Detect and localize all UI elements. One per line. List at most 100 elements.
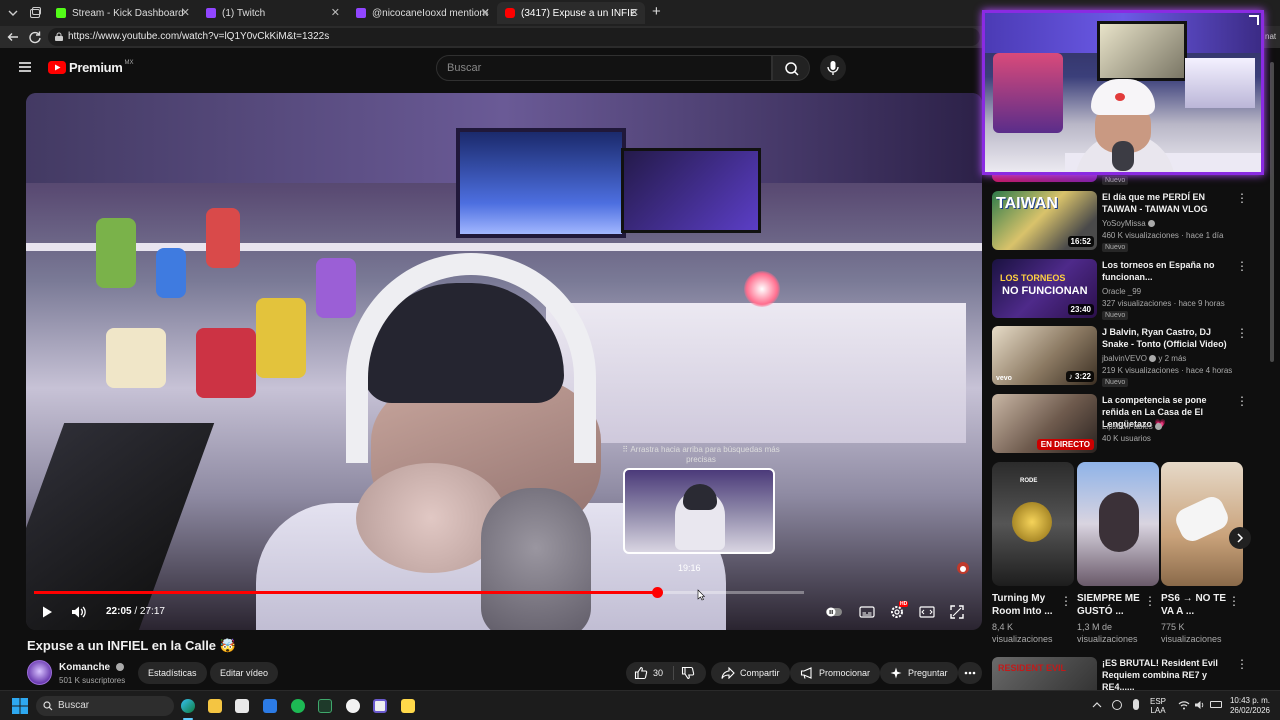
video-frame-lamp: [744, 271, 780, 307]
start-button[interactable]: [12, 698, 28, 714]
related-video[interactable]: vevo ♪ 3:22 J Balvin, Ryan Castro, DJ Sn…: [992, 326, 1252, 387]
channel-name[interactable]: LipstickFables: [1102, 422, 1237, 431]
search-input[interactable]: Buscar: [436, 55, 772, 81]
taskbar-search[interactable]: Buscar: [36, 696, 174, 716]
related-video[interactable]: EN DIRECTO La competencia se pone reñida…: [992, 394, 1252, 454]
browser-tab[interactable]: (1) Twitch ✕: [198, 2, 346, 24]
more-vert-icon[interactable]: ⋮: [1236, 191, 1248, 205]
related-video[interactable]: TAIWAN 16:52 El día que me PERDÍ EN TAIW…: [992, 191, 1252, 252]
shorts-next-button[interactable]: [1229, 527, 1251, 549]
store-icon[interactable]: [235, 699, 249, 713]
video-thumbnail[interactable]: LOS TORNEOS NO FUNCIONAN 23:40: [992, 259, 1097, 318]
video-thumbnail[interactable]: EN DIRECTO: [992, 394, 1097, 453]
related-video[interactable]: RESIDENT EVIL ¡ES BRUTAL! Resident Evil …: [992, 657, 1252, 690]
voice-search-button[interactable]: [820, 55, 846, 81]
close-tab-icon[interactable]: ✕: [331, 6, 340, 19]
fullscreen-button[interactable]: [946, 601, 968, 623]
tray-chevron-icon[interactable]: [1092, 700, 1102, 710]
menu-button[interactable]: [18, 60, 32, 74]
settings-button[interactable]: HD: [886, 601, 909, 623]
video-player[interactable]: ⠿ Arrastra hacia arriba para búsquedas m…: [26, 93, 982, 630]
more-vert-icon[interactable]: ⋮: [1144, 594, 1156, 608]
file-explorer-icon[interactable]: [208, 699, 222, 713]
autoplay-toggle[interactable]: [824, 601, 844, 623]
search-button[interactable]: [772, 55, 810, 81]
wifi-icon[interactable]: [1178, 700, 1190, 710]
hd-badge: HD: [899, 601, 909, 607]
tray-mic-icon[interactable]: [1133, 699, 1139, 710]
like-button[interactable]: 30: [634, 666, 663, 680]
video-duration: 16:52: [1067, 236, 1094, 247]
browser-tab[interactable]: Stream - Kick Dashboard ✕: [48, 2, 196, 24]
edge-icon[interactable]: [181, 699, 195, 713]
page-scrollbar[interactable]: [1270, 62, 1274, 362]
channel-name-row[interactable]: Komanche: [59, 662, 124, 673]
video-title[interactable]: J Balvin, Ryan Castro, DJ Snake - Tonto …: [1102, 326, 1232, 350]
progress-scrubber[interactable]: [652, 587, 663, 598]
reload-button[interactable]: [28, 30, 42, 44]
channel-name[interactable]: jbalvinVEVO y 2 más: [1102, 354, 1237, 363]
volume-button[interactable]: [68, 601, 90, 623]
spotify-icon[interactable]: [291, 699, 305, 713]
short-views: 775 K visualizaciones: [1161, 622, 1222, 644]
like-count: 30: [653, 668, 664, 678]
channel-avatar[interactable]: [27, 660, 52, 685]
photo-editor-icon[interactable]: [373, 699, 387, 713]
more-actions-button[interactable]: [958, 662, 982, 684]
terminal-icon[interactable]: [318, 699, 332, 713]
video-thumbnail[interactable]: RESIDENT EVIL: [992, 657, 1097, 690]
input-language[interactable]: ESP LAA: [1150, 697, 1166, 715]
close-tab-icon[interactable]: ✕: [181, 6, 190, 19]
short-thumbnail[interactable]: [1161, 462, 1243, 586]
speaker-icon[interactable]: [1194, 700, 1206, 710]
notes-icon[interactable]: [401, 699, 415, 713]
close-tab-icon[interactable]: ✕: [481, 6, 490, 19]
short-thumbnail[interactable]: [1077, 462, 1159, 586]
ask-button[interactable]: Preguntar: [880, 662, 958, 684]
more-vert-icon[interactable]: ⋮: [1236, 326, 1248, 340]
more-vert-icon[interactable]: ⋮: [1060, 594, 1072, 608]
video-title[interactable]: El día que me PERDÍ EN TAIWAN - TAIWAN V…: [1102, 191, 1232, 215]
video-title[interactable]: Los torneos en España no funcionan...: [1102, 259, 1232, 283]
short-thumbnail[interactable]: RODE: [992, 462, 1074, 586]
channel-name[interactable]: YoSoyMissa: [1102, 219, 1237, 228]
battery-icon[interactable]: [1210, 701, 1222, 708]
close-tab-icon[interactable]: ✕: [630, 6, 639, 19]
video-thumbnail[interactable]: TAIWAN 16:52: [992, 191, 1097, 250]
youtube-logo[interactable]: Premium MX: [48, 60, 134, 75]
edit-video-button[interactable]: Editar vídeo: [210, 662, 279, 684]
progress-played: [34, 591, 657, 594]
more-vert-icon[interactable]: ⋮: [1236, 259, 1248, 273]
site-info-icon[interactable]: [54, 32, 64, 42]
tray-sync-icon[interactable]: [1112, 700, 1122, 710]
mail-icon[interactable]: [263, 699, 277, 713]
promote-button[interactable]: Promocionar: [790, 662, 881, 684]
more-vert-icon[interactable]: ⋮: [1228, 594, 1240, 608]
video-thumbnail[interactable]: vevo ♪ 3:22: [992, 326, 1097, 385]
channel-watermark-icon[interactable]: [956, 561, 970, 575]
tab-actions-button[interactable]: [6, 6, 20, 20]
browser-tab-active[interactable]: (3417) Expuse a un INFIEL en la Ca ✕: [497, 2, 645, 24]
related-video[interactable]: LOS TORNEOS NO FUNCIONAN 23:40 Los torne…: [992, 259, 1252, 320]
video-title[interactable]: ¡ES BRUTAL! Resident Evil Requiem combin…: [1102, 657, 1232, 690]
youtube-header: Premium MX Buscar: [0, 48, 980, 88]
dislike-button[interactable]: [681, 666, 695, 680]
channel-name[interactable]: Komanche: [59, 662, 110, 673]
more-vert-icon[interactable]: ⋮: [1236, 657, 1248, 671]
system-clock[interactable]: 10:43 p. m. 26/02/2026: [1226, 696, 1270, 716]
channel-name[interactable]: Oracle _99: [1102, 287, 1237, 296]
subtitles-button[interactable]: [856, 601, 878, 623]
back-button[interactable]: [6, 30, 20, 44]
theater-mode-button[interactable]: [916, 601, 938, 623]
kick-icon: [56, 8, 66, 18]
url-field[interactable]: https://www.youtube.com/watch?v=lQ1Y0vCk…: [48, 28, 980, 46]
more-vert-icon[interactable]: ⋮: [1236, 394, 1248, 408]
play-button[interactable]: [36, 601, 58, 623]
browser-tab[interactable]: @nicocaneIooxd mentioned y ✕: [348, 2, 496, 24]
back-arrow-icon: [7, 33, 18, 41]
new-tab-button[interactable]: +: [652, 3, 661, 20]
share-button[interactable]: Compartir: [711, 662, 790, 684]
workspaces-button[interactable]: [28, 6, 42, 20]
app-icon[interactable]: [346, 699, 360, 713]
stats-button[interactable]: Estadísticas: [138, 662, 207, 684]
